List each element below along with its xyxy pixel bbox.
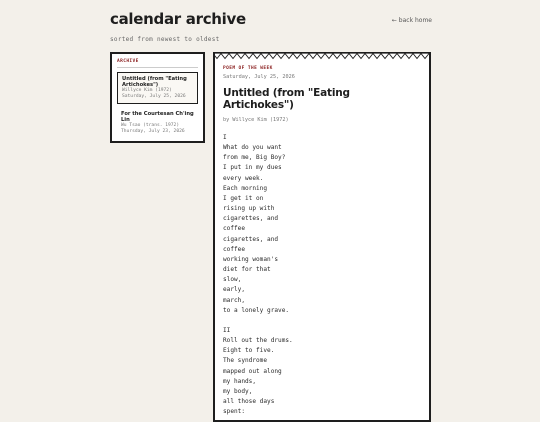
poem-title: Untitled (from "Eating Artichokes") <box>223 87 350 111</box>
poem-line: rising up with <box>223 205 275 213</box>
poem-line: I put in my dues <box>223 164 282 172</box>
poem-line: diet for that <box>223 266 271 274</box>
poem-line: cigarettes, and <box>223 235 279 243</box>
poem-line: What do you want <box>223 144 282 152</box>
poem-line: my body, <box>223 387 253 395</box>
poem-line: spent: <box>223 408 246 416</box>
poem-line: from me, Big Boy? <box>223 154 286 162</box>
poem-line: slow, <box>223 276 242 284</box>
poem-line: all those days <box>223 398 275 406</box>
archive-item-date: Saturday, July 25, 2026 <box>122 94 186 99</box>
poem-line: Eight to five. <box>223 347 275 355</box>
archive-item[interactable]: Untitled (from "Eating Artichokes") Will… <box>117 72 198 104</box>
sort-subtitle: sorted from newest to oldest <box>110 36 220 43</box>
poem-line: coffee <box>223 245 246 253</box>
page-header: calendar archive ← back home <box>110 10 432 28</box>
poem-line: to a lonely grave. <box>223 306 290 314</box>
poem-line: working woman's <box>223 255 279 263</box>
page-title: calendar archive <box>110 10 246 28</box>
poem-line: cigarettes, and <box>223 215 279 223</box>
poem-line: I <box>223 134 227 141</box>
poem-line: II <box>223 326 231 334</box>
archive-item-title: Untitled (from "Eating Artichokes") <box>122 76 187 89</box>
poem-line: Each morning <box>223 184 268 192</box>
archive-item-date: Thursday, July 23, 2026 <box>121 128 185 134</box>
back-home-link[interactable]: ← back home <box>392 17 432 24</box>
archive-heading: ARCHIVE <box>117 59 198 68</box>
archive-item[interactable]: For the Courtesan Ch'ing Lin Wu Tsao (tr… <box>117 108 198 138</box>
poem-line: The syndrome <box>223 357 268 365</box>
poem-line: early, <box>223 286 246 294</box>
archive-sidebar: ARCHIVE Untitled (from "Eating Artichoke… <box>110 52 205 143</box>
poem-line: every week. <box>223 174 264 182</box>
poem-line: Roll out the drums. <box>223 337 293 345</box>
poem-date: Saturday, July 25, 2026 <box>223 74 295 80</box>
poem-line: coffee <box>223 225 246 233</box>
poem-panel: POEM OF THE WEEK Saturday, July 25, 2026… <box>213 52 431 422</box>
poem-of-week-label: POEM OF THE WEEK <box>223 66 273 71</box>
poem-body: I What do you want from me, Big Boy? I put … <box>223 133 421 417</box>
poem-line <box>223 316 421 326</box>
poem-byline: by Willyce Kim (1972) <box>223 117 289 123</box>
poem-line: mapped out along <box>223 367 282 375</box>
zigzag-border <box>213 52 431 60</box>
poem-line: march, <box>223 296 246 304</box>
archive-item-title: For the Courtesan Ch'ing Lin <box>121 110 194 123</box>
poem-line: I get it on <box>223 194 264 202</box>
poem-line: my hands, <box>223 377 257 385</box>
